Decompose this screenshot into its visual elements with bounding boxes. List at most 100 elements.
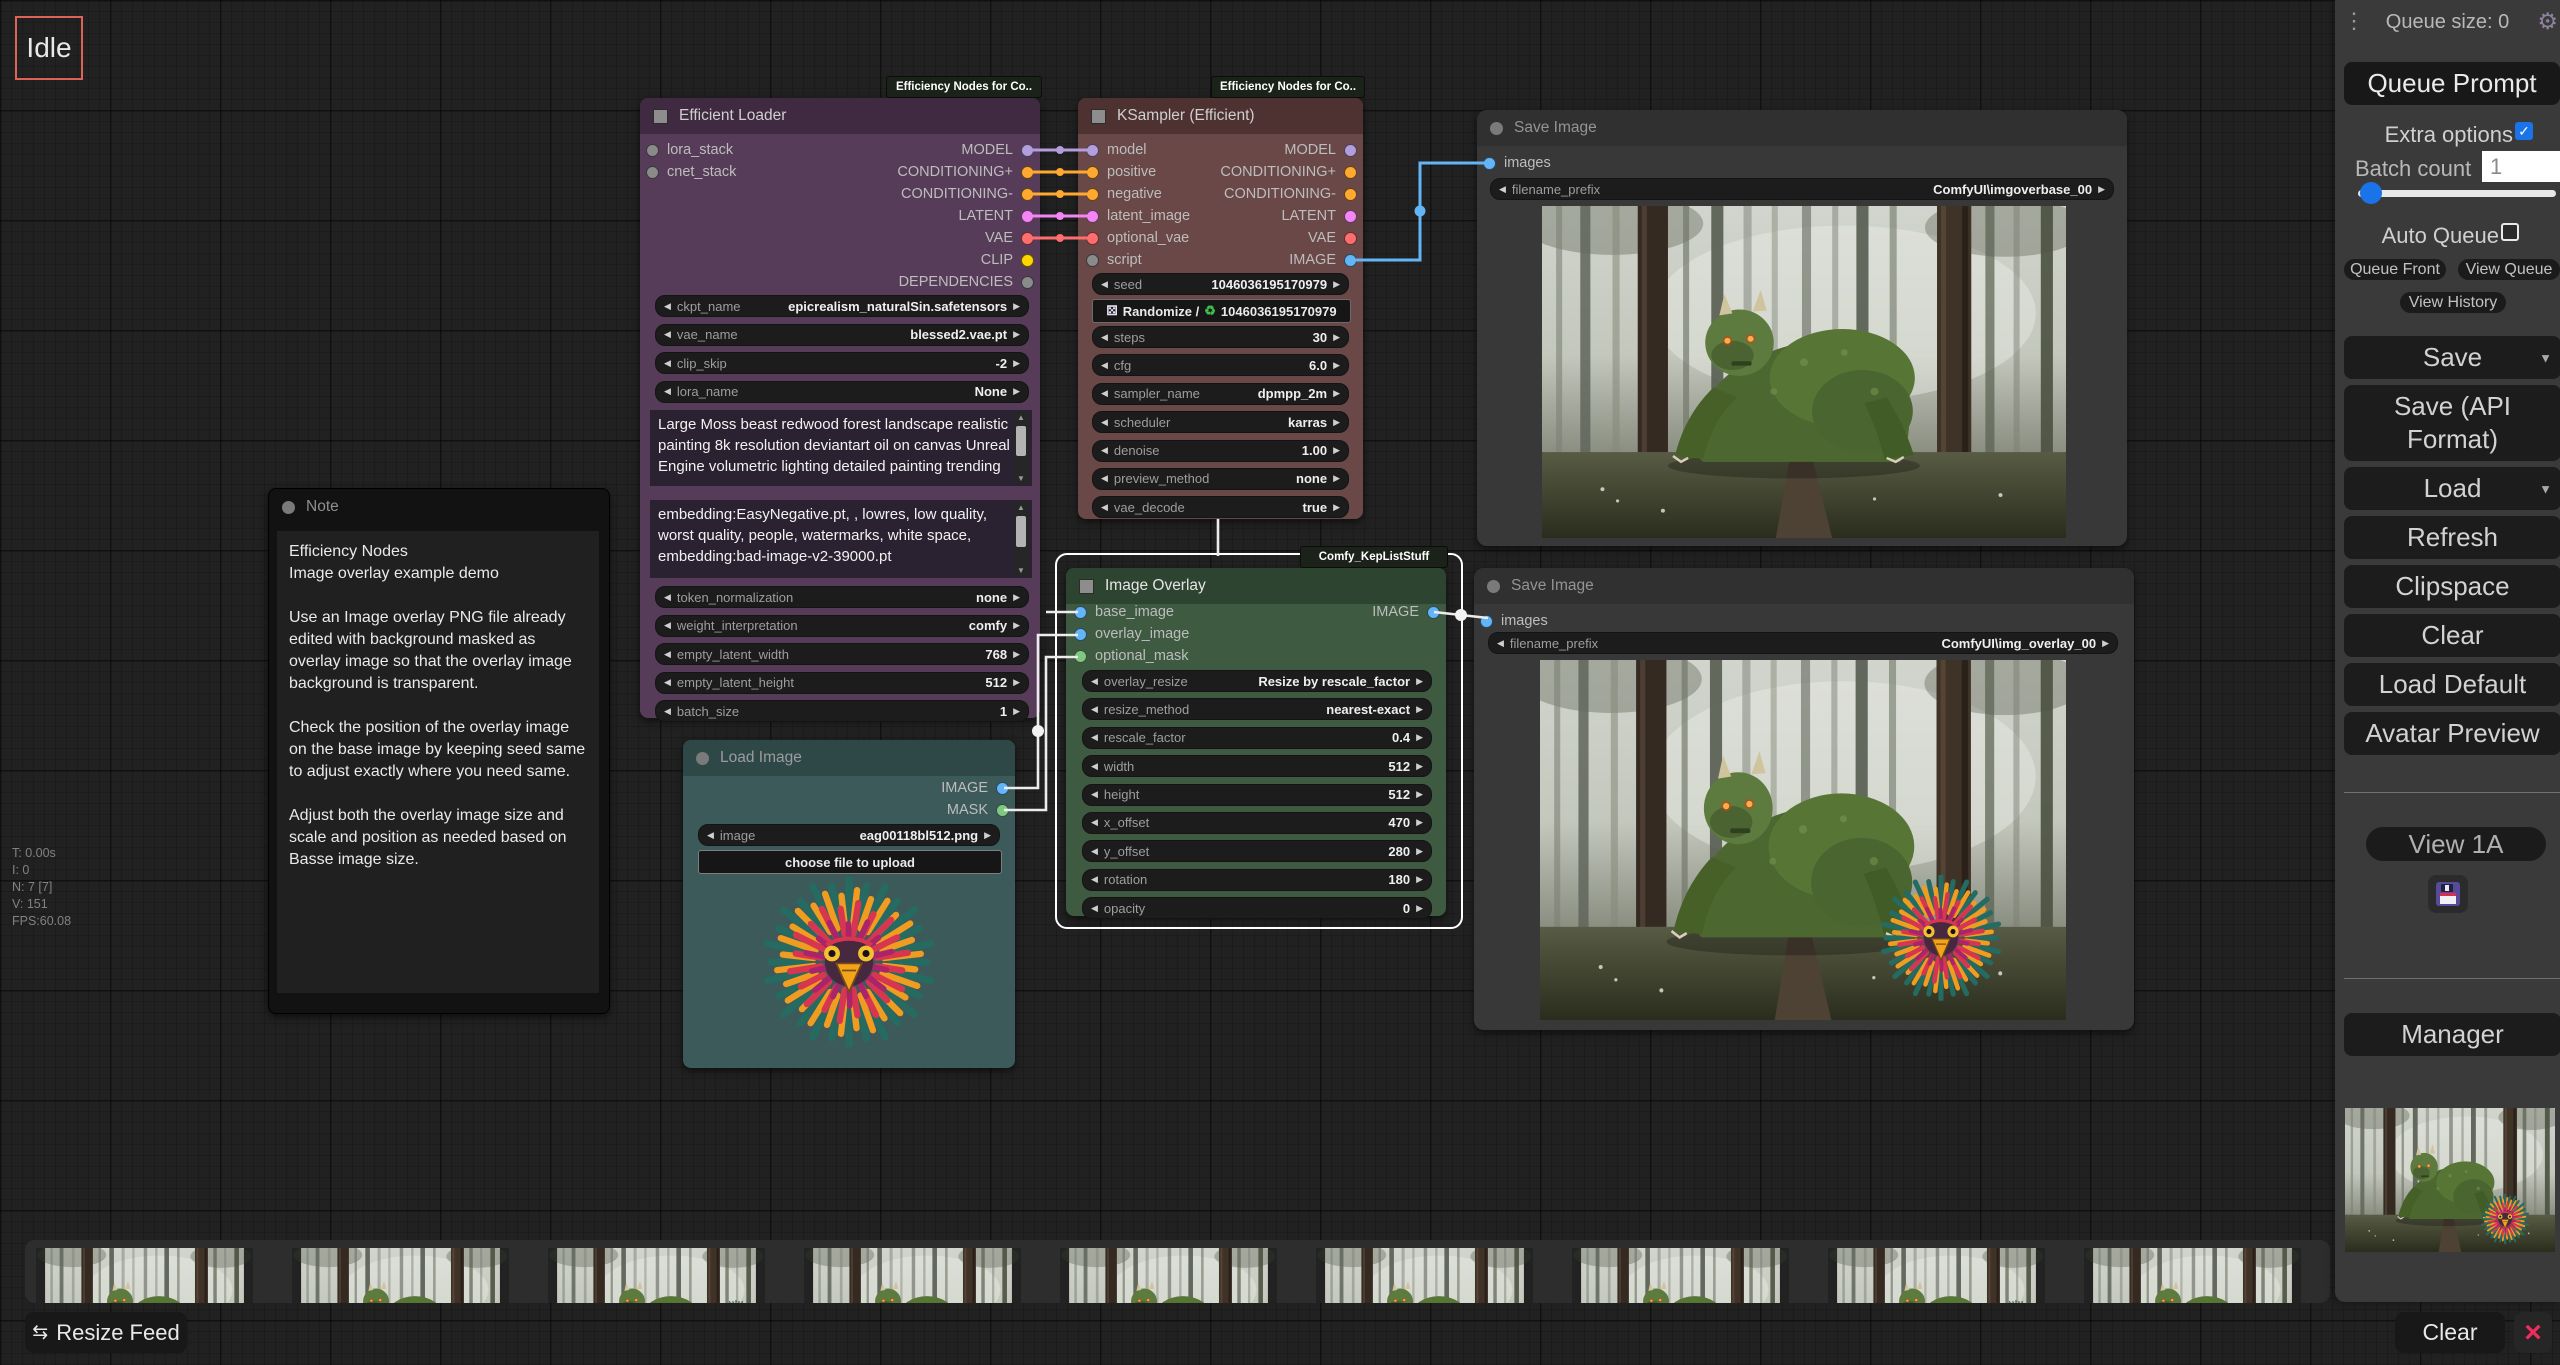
increment-arrow-icon[interactable]: ▶ — [2102, 638, 2109, 649]
widget-empty_latent_width[interactable]: ◀empty_latent_width768▶ — [655, 643, 1029, 665]
queue-front-button[interactable]: Queue Front — [2344, 259, 2446, 280]
increment-arrow-icon[interactable]: ▶ — [1013, 706, 1020, 717]
node-image-overlay[interactable]: Image Overlay base_imageoverlay_imageopt… — [1066, 568, 1446, 916]
widget-lora_name[interactable]: ◀lora_nameNone▶ — [655, 381, 1029, 403]
increment-arrow-icon[interactable]: ▶ — [1013, 329, 1020, 340]
slider-knob[interactable] — [2360, 182, 2382, 204]
decrement-arrow-icon[interactable]: ◀ — [664, 592, 671, 603]
widget-sampler_name[interactable]: ◀sampler_namedpmpp_2m▶ — [1092, 383, 1349, 405]
increment-arrow-icon[interactable]: ▶ — [1013, 677, 1020, 688]
widget-rotation[interactable]: ◀rotation180▶ — [1082, 869, 1432, 891]
slot-dot[interactable] — [1021, 210, 1034, 223]
increment-arrow-icon[interactable]: ▶ — [1333, 445, 1340, 456]
decrement-arrow-icon[interactable]: ◀ — [1497, 638, 1504, 649]
input-slot-images[interactable]: images — [1483, 152, 1623, 174]
output-slot-VAE[interactable]: VAE — [1157, 227, 1357, 249]
feed-thumbnail[interactable] — [1060, 1248, 1277, 1303]
chevron-down-icon[interactable]: ▼ — [2539, 472, 2552, 505]
input-slot-optional_mask[interactable]: optional_mask — [1074, 645, 1254, 667]
widget-scheduler[interactable]: ◀schedulerkarras▶ — [1092, 411, 1349, 433]
decrement-arrow-icon[interactable]: ◀ — [664, 301, 671, 312]
collapse-icon[interactable] — [1487, 580, 1500, 593]
slot-dot[interactable] — [1086, 254, 1099, 267]
widget-ckpt_name[interactable]: ◀ckpt_nameepicrealism_naturalSin.safeten… — [655, 295, 1029, 317]
menu-button-clear[interactable]: Clear — [2344, 614, 2560, 657]
slot-dot[interactable] — [1480, 615, 1493, 628]
increment-arrow-icon[interactable]: ▶ — [1416, 789, 1423, 800]
menu-button-save[interactable]: Save▼ — [2344, 336, 2560, 379]
slot-dot[interactable] — [1086, 232, 1099, 245]
feed-clear-button[interactable]: Clear — [2395, 1312, 2505, 1353]
slot-dot[interactable] — [1344, 144, 1357, 157]
slot-dot[interactable] — [1086, 210, 1099, 223]
increment-arrow-icon[interactable]: ▶ — [1013, 649, 1020, 660]
input-slot-overlay_image[interactable]: overlay_image — [1074, 623, 1254, 645]
decrement-arrow-icon[interactable]: ◀ — [1101, 473, 1108, 484]
feed-thumbnail[interactable] — [1316, 1248, 1533, 1303]
widget-vae_decode[interactable]: ◀vae_decodetrue▶ — [1092, 496, 1349, 518]
decrement-arrow-icon[interactable]: ◀ — [664, 358, 671, 369]
slot-dot[interactable] — [1086, 144, 1099, 157]
increment-arrow-icon[interactable]: ▶ — [1416, 676, 1423, 687]
decrement-arrow-icon[interactable]: ◀ — [1091, 761, 1098, 772]
output-slot-MODEL[interactable]: MODEL — [784, 139, 1034, 161]
scrollbar[interactable]: ▲▼ — [1014, 412, 1028, 484]
increment-arrow-icon[interactable]: ▶ — [1013, 301, 1020, 312]
scrollbar[interactable]: ▲▼ — [1014, 502, 1028, 576]
increment-arrow-icon[interactable]: ▶ — [1416, 874, 1423, 885]
queue-prompt-button[interactable]: Queue Prompt — [2344, 62, 2560, 105]
batch-count-slider[interactable] — [2358, 190, 2556, 197]
increment-arrow-icon[interactable]: ▶ — [1013, 592, 1020, 603]
output-slot-IMAGE[interactable]: IMAGE — [1157, 249, 1357, 271]
menu-button-load[interactable]: Load▼ — [2344, 467, 2560, 510]
widget-rescale_factor[interactable]: ◀rescale_factor0.4▶ — [1082, 727, 1432, 749]
view-1a-button[interactable]: View 1A — [2366, 827, 2546, 861]
chevron-down-icon[interactable]: ▼ — [2539, 341, 2552, 374]
widget-steps[interactable]: ◀steps30▶ — [1092, 326, 1349, 348]
slot-dot[interactable] — [1021, 144, 1034, 157]
increment-arrow-icon[interactable]: ▶ — [2098, 184, 2105, 195]
decrement-arrow-icon[interactable]: ◀ — [1101, 502, 1108, 513]
slot-dot[interactable] — [1344, 210, 1357, 223]
node-save-image-1[interactable]: Save Image images ◀filename_prefixComfyU… — [1477, 110, 2127, 546]
decrement-arrow-icon[interactable]: ◀ — [664, 649, 671, 660]
decrement-arrow-icon[interactable]: ◀ — [1091, 903, 1098, 914]
output-slot-CONDITIONING-[interactable]: CONDITIONING- — [784, 183, 1034, 205]
collapse-icon[interactable] — [1079, 579, 1094, 594]
decrement-arrow-icon[interactable]: ◀ — [664, 386, 671, 397]
note-textarea[interactable]: Efficiency Nodes Image overlay example d… — [277, 531, 599, 993]
node-note[interactable]: Note Efficiency Nodes Image overlay exam… — [268, 488, 610, 1014]
decrement-arrow-icon[interactable]: ◀ — [707, 830, 714, 841]
decrement-arrow-icon[interactable]: ◀ — [1091, 846, 1098, 857]
node-load-image[interactable]: Load Image IMAGEMASK ◀imageeag00118bl512… — [683, 740, 1015, 1068]
increment-arrow-icon[interactable]: ▶ — [1416, 903, 1423, 914]
widget-batch_size[interactable]: ◀batch_size1▶ — [655, 700, 1029, 722]
slot-dot[interactable] — [1344, 254, 1357, 267]
menu-button-save-api-format-[interactable]: Save (API Format) — [2344, 385, 2560, 461]
slot-dot[interactable] — [646, 144, 659, 157]
widget-cfg[interactable]: ◀cfg6.0▶ — [1092, 354, 1349, 376]
widget-x_offset[interactable]: ◀x_offset470▶ — [1082, 812, 1432, 834]
output-slot-MASK[interactable]: MASK — [899, 799, 1009, 821]
decrement-arrow-icon[interactable]: ◀ — [1101, 388, 1108, 399]
extra-options-checkbox[interactable]: ✓ — [2515, 122, 2533, 140]
menu-button-avatar-preview[interactable]: Avatar Preview — [2344, 712, 2560, 755]
widget-vae_name[interactable]: ◀vae_nameblessed2.vae.pt▶ — [655, 324, 1029, 346]
menu-button-refresh[interactable]: Refresh — [2344, 516, 2560, 559]
slot-dot[interactable] — [1074, 606, 1087, 619]
output-slot-CONDITIONING-[interactable]: CONDITIONING- — [1157, 183, 1357, 205]
widget-weight_interpretation[interactable]: ◀weight_interpretationcomfy▶ — [655, 615, 1029, 637]
widget-clip_skip[interactable]: ◀clip_skip-2▶ — [655, 352, 1029, 374]
input-slot-images[interactable]: images — [1480, 610, 1620, 632]
decrement-arrow-icon[interactable]: ◀ — [1091, 789, 1098, 800]
widget-empty_latent_height[interactable]: ◀empty_latent_height512▶ — [655, 672, 1029, 694]
save-avatar-button[interactable] — [2428, 875, 2468, 913]
batch-count-input[interactable]: 1 — [2482, 151, 2560, 182]
output-slot-CONDITIONING+[interactable]: CONDITIONING+ — [784, 161, 1034, 183]
slot-dot[interactable] — [646, 166, 659, 179]
increment-arrow-icon[interactable]: ▶ — [1416, 817, 1423, 828]
increment-arrow-icon[interactable]: ▶ — [984, 830, 991, 841]
output-slot-DEPENDENCIES[interactable]: DEPENDENCIES — [784, 271, 1034, 293]
widget-overlay_resize[interactable]: ◀overlay_resizeResize by rescale_factor▶ — [1082, 670, 1432, 692]
collapse-icon[interactable] — [696, 752, 709, 765]
